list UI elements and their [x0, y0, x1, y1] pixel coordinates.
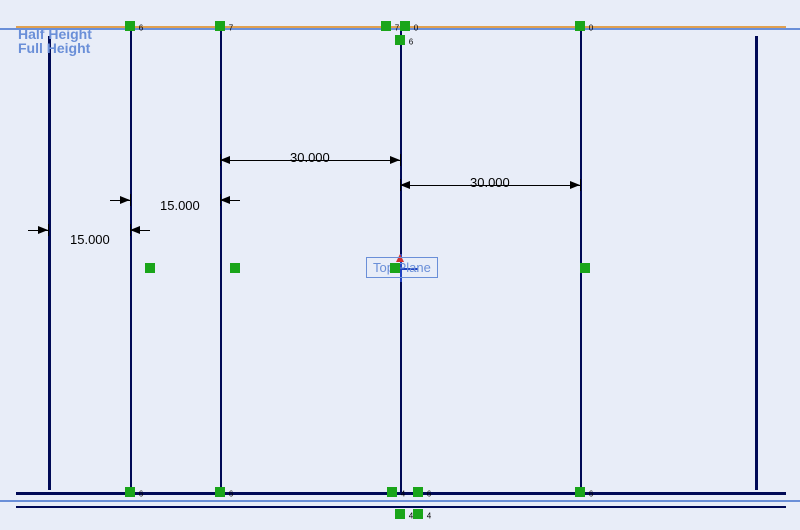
- coincident-constraint-icon-3: [400, 21, 410, 31]
- sketch-vline-1[interactable]: [220, 30, 222, 494]
- vertical-constraint-icon-2: [390, 263, 400, 273]
- sketch-vline-0[interactable]: [130, 30, 132, 494]
- top-plane-label[interactable]: Top Plane: [366, 257, 438, 278]
- coincident-constraint-icon-4: [575, 21, 585, 31]
- dim-arrow-r-d2: [220, 196, 230, 204]
- dim-value-d1[interactable]: 15.000: [70, 232, 110, 247]
- dim-wit-d2-a: [130, 194, 131, 206]
- coincident-constraint-icon-10: [575, 487, 585, 497]
- constraint-index-2: 7: [395, 24, 399, 33]
- dim-arrow-r-d1: [130, 226, 140, 234]
- vertical-constraint-icon-3: [580, 263, 590, 273]
- dim-value-d2[interactable]: 15.000: [160, 198, 200, 213]
- constraint-index-12: 4: [427, 512, 431, 521]
- coincident-constraint-icon-8: [387, 487, 397, 497]
- plane-line-bottom: [0, 500, 800, 502]
- coincident-constraint-icon-9: [413, 487, 423, 497]
- vertical-constraint-icon-0: [145, 263, 155, 273]
- constraint-index-4: 0: [589, 24, 593, 33]
- coincident-constraint-icon-12: [413, 509, 423, 519]
- constraint-index-3: 0: [414, 24, 418, 33]
- coincident-constraint-icon-6: [125, 487, 135, 497]
- constraint-index-1: 7: [229, 24, 233, 33]
- coincident-constraint-icon-0: [125, 21, 135, 31]
- constraint-index-7: 6: [229, 490, 233, 499]
- dim-arrow-r-d3: [390, 156, 400, 164]
- full-height-label: Full Height: [18, 40, 90, 56]
- dim-arrow-l-d3: [220, 156, 230, 164]
- dim-wit-d1-a: [48, 224, 49, 236]
- vertical-constraint-icon-1: [230, 263, 240, 273]
- dim-wit-d4-b: [580, 179, 581, 191]
- constraint-index-9: 6: [427, 490, 431, 499]
- sketch-edge-right[interactable]: [755, 36, 758, 490]
- constraint-index-5: 6: [409, 38, 413, 47]
- dim-value-d4[interactable]: 30.000: [470, 175, 510, 190]
- coincident-constraint-icon-7: [215, 487, 225, 497]
- sketch-canvas[interactable]: Half HeightFull HeightTop Plane15.00015.…: [0, 0, 800, 530]
- sketch-vline-3[interactable]: [580, 30, 582, 494]
- dim-value-d3[interactable]: 30.000: [290, 150, 330, 165]
- constraint-index-10: 6: [589, 490, 593, 499]
- constraint-index-0: 6: [139, 24, 143, 33]
- dim-arrow-l-d2: [120, 196, 130, 204]
- sketch-edge-left[interactable]: [48, 36, 51, 490]
- sketch-extra-bottom[interactable]: [16, 506, 786, 508]
- constraint-index-8: 4: [401, 490, 405, 499]
- dim-arrow-r-d4: [570, 181, 580, 189]
- coincident-constraint-icon-5: [395, 35, 405, 45]
- dim-arrow-l-d4: [400, 181, 410, 189]
- dim-arrow-l-d1: [38, 226, 48, 234]
- coincident-constraint-icon-1: [215, 21, 225, 31]
- coincident-constraint-icon-11: [395, 509, 405, 519]
- coincident-constraint-icon-2: [381, 21, 391, 31]
- constraint-index-6: 6: [139, 490, 143, 499]
- dim-wit-d3-b: [400, 154, 401, 166]
